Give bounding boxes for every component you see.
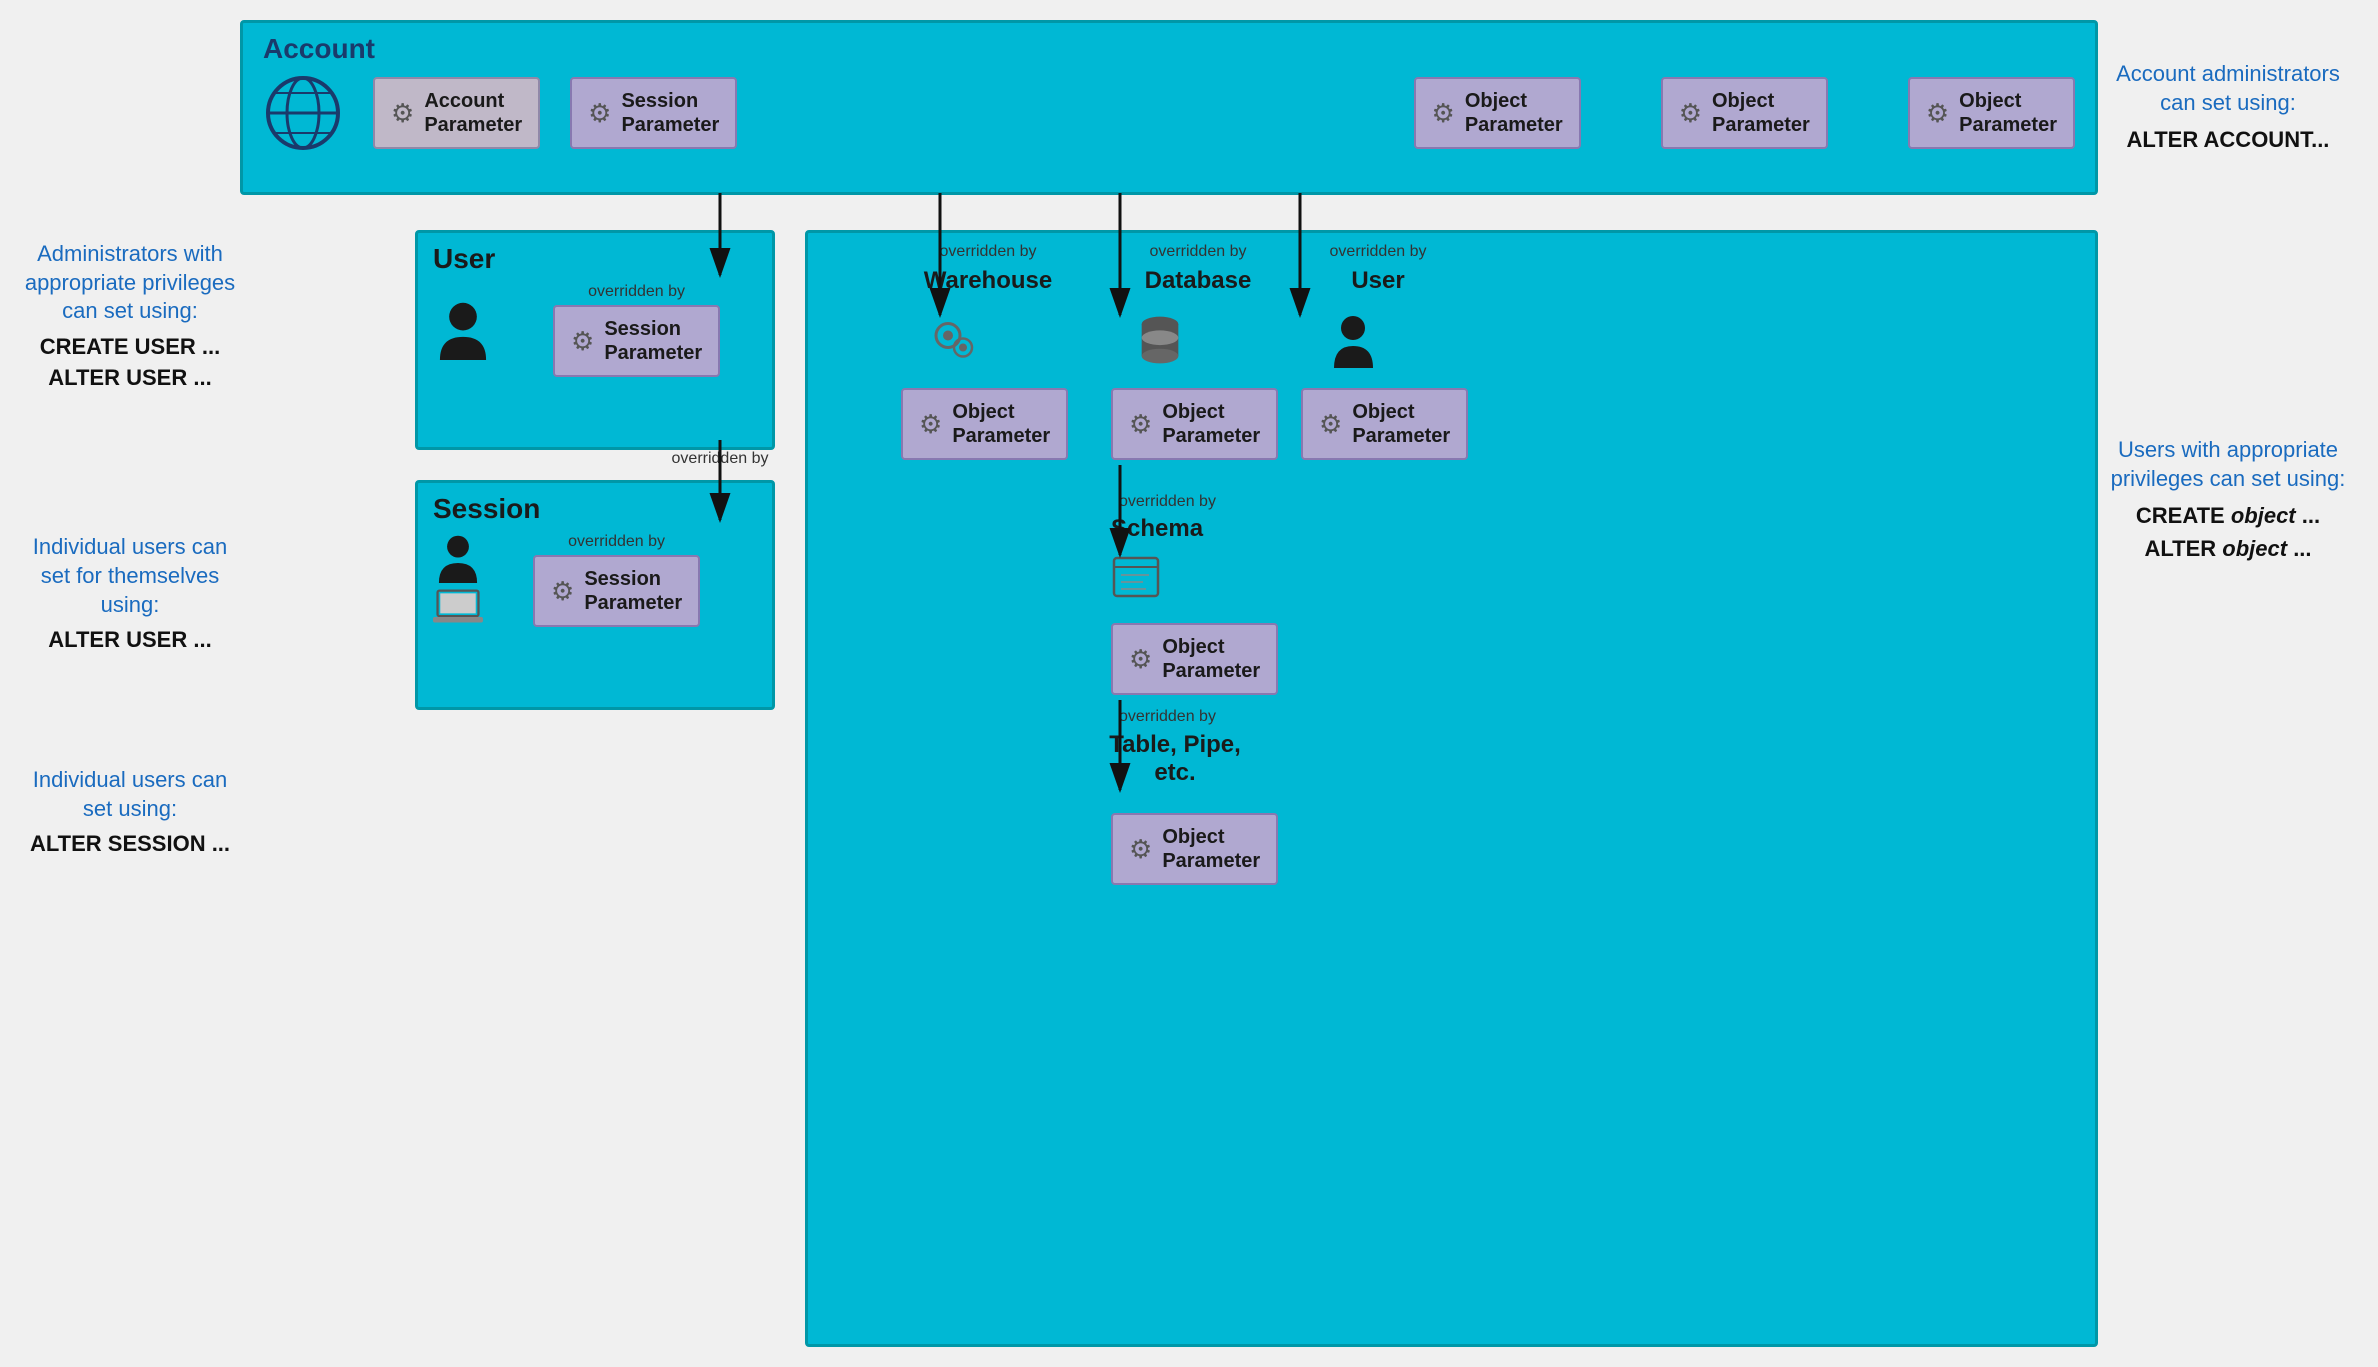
gear-icon-session-acct: ⚙ [588,98,611,129]
gear-icon-user-obj: ⚙ [1319,409,1342,440]
session-annotation-text: Individual users can set using: [20,766,240,823]
object-right-text: Users with appropriate privileges can se… [2098,436,2358,493]
override-table-label: overridden by [1119,708,1216,726]
object-param-db: ⚙ ObjectParameter [1111,388,1278,460]
object-param-schema: ⚙ ObjectParameter [1111,623,1278,695]
account-title: Account [263,33,2075,65]
account-param-box: ⚙ AccountParameter [373,77,540,149]
object-param-wh-label: ObjectParameter [952,400,1050,448]
session-annotation: Individual users can set using: ALTER SE… [20,766,240,860]
laptop-icon [433,587,483,627]
account-box: Account ⚙ AccountParameter ⚙ [240,20,2098,195]
object-param-user-obj-label: ObjectParameter [1352,400,1450,448]
session-param-box-session: ⚙ SessionParameter [533,555,700,627]
session-param-box-user: ⚙ SessionParameter [553,305,720,377]
session-inner: overridden by ⚙ SessionParameter [433,533,757,627]
object-param-table: ⚙ ObjectParameter [1111,813,1278,885]
gear-icon-schema: ⚙ [1129,644,1152,675]
database-title: Database [1123,267,1273,295]
person-icon-user [433,300,493,360]
account-right-annotation: Account administrators can set using: AL… [2098,60,2358,156]
object-right-annotation: Users with appropriate privileges can se… [2098,436,2358,565]
alter-user-text: Individual users can set for themselves … [20,533,240,619]
object-param-db-label: ObjectParameter [1162,400,1260,448]
object-param-wh: ⚙ ObjectParameter [901,388,1068,460]
user-box: User overridden by ⚙ SessionParameter [415,230,775,450]
schema-title: Schema [1111,515,1203,543]
session-param-label-user: SessionParameter [604,317,702,365]
override-schema-label: overridden by [1119,493,1216,511]
warehouse-title: Warehouse [913,267,1063,295]
gear-icon-obj1: ⚙ [1432,98,1455,129]
object-param-box-2: ⚙ ObjectParameter [1661,77,1828,149]
table-title: Table, Pipe, etc. [1100,731,1250,787]
session-param-label-account: SessionParameter [621,89,719,137]
object-right-command: CREATE object ...ALTER object ... [2098,499,2358,565]
account-inner: ⚙ AccountParameter ⚙ SessionParameter ⚙ … [263,73,2075,153]
override-label-user-session: overridden by [645,450,795,468]
account-right-text: Account administrators can set using: [2098,60,2358,117]
gear-icon-obj3: ⚙ [1926,98,1949,129]
object-param-user-obj: ⚙ ObjectParameter [1301,388,1468,460]
object-param-table-label: ObjectParameter [1162,825,1260,873]
object-param-schema-label: ObjectParameter [1162,635,1260,683]
object-param-label-2: ObjectParameter [1712,89,1810,137]
admin-annotation-text: Administrators with appropriate privileg… [20,240,240,326]
admin-annotation-command: CREATE USER ...ALTER USER ... [20,332,240,394]
alter-user-annotation: Individual users can set for themselves … [20,533,240,656]
override-user-label: overridden by [1313,243,1443,261]
warehouse-icon [928,313,978,368]
person-icon-session [433,533,483,583]
user-title: User [433,243,757,275]
user-obj-title: User [1313,267,1443,295]
schema-icon [1111,555,1161,600]
gear-icon-account: ⚙ [391,98,414,129]
session-param-box-account: ⚙ SessionParameter [570,77,737,149]
gear-icon-wh: ⚙ [919,409,942,440]
session-box: Session overridden by [415,480,775,710]
person-icon-obj [1331,313,1376,368]
object-param-box-3: ⚙ ObjectParameter [1908,77,2075,149]
objects-box: overridden by Warehouse overridden by Da… [805,230,2098,1347]
gear-icon-session-session: ⚙ [551,576,574,607]
right-annotations: Account administrators can set using: AL… [2098,20,2358,1347]
session-param-label-session: SessionParameter [584,567,682,615]
diagram-area: Account ⚙ AccountParameter ⚙ [240,20,2098,1347]
object-param-box-1: ⚙ ObjectParameter [1414,77,1581,149]
gear-icon-table: ⚙ [1129,834,1152,865]
gear-icon-session-user: ⚙ [571,326,594,357]
main-container: Administrators with appropriate privileg… [20,20,2358,1347]
database-icon [1135,313,1185,368]
account-param-label: AccountParameter [424,89,522,137]
alter-user-command: ALTER USER ... [20,625,240,656]
override-db-label: overridden by [1123,243,1273,261]
gear-icon-obj2: ⚙ [1679,98,1702,129]
session-annotation-command: ALTER SESSION ... [20,829,240,860]
left-annotations: Administrators with appropriate privileg… [20,20,240,1347]
override-label-session: overridden by [533,533,700,551]
account-right-command: ALTER ACCOUNT... [2098,123,2358,156]
override-wh-label: overridden by [913,243,1063,261]
globe-icon [263,73,343,153]
object-param-label-3: ObjectParameter [1959,89,2057,137]
gear-icon-db: ⚙ [1129,409,1152,440]
override-label-user: overridden by [553,283,720,301]
admin-annotation: Administrators with appropriate privileg… [20,240,240,393]
object-param-label-1: ObjectParameter [1465,89,1563,137]
session-title: Session [433,493,757,525]
user-inner: overridden by ⚙ SessionParameter [433,283,757,377]
